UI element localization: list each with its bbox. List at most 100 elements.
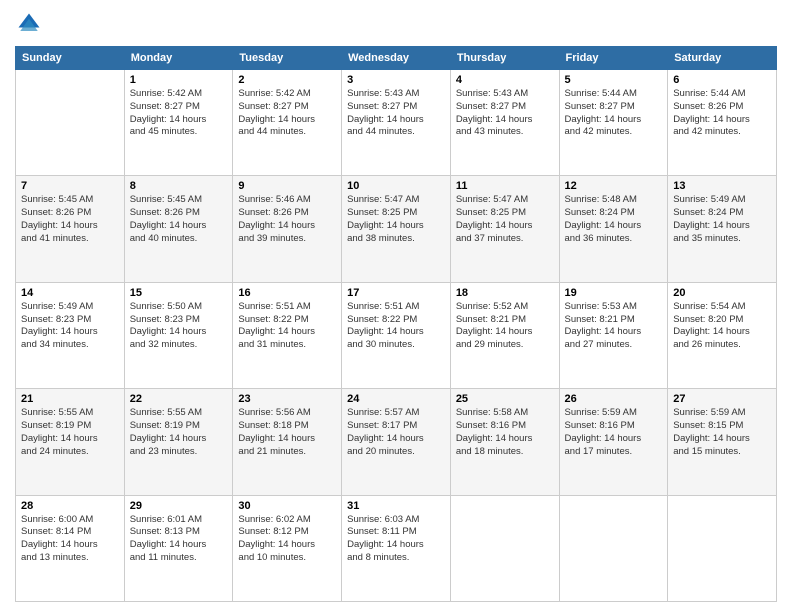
calendar-cell: 16 Sunrise: 5:51 AM Sunset: 8:22 PM Dayli… bbox=[233, 282, 342, 388]
calendar-cell: 25 Sunrise: 5:58 AM Sunset: 8:16 PM Dayli… bbox=[450, 389, 559, 495]
calendar-cell bbox=[559, 495, 668, 601]
calendar-cell: 27Sunrise: 5:59 AM Sunset: 8:15 PM Dayli… bbox=[668, 389, 777, 495]
weekday-header-thursday: Thursday bbox=[450, 47, 559, 70]
day-info: Sunrise: 5:49 AM Sunset: 8:23 PM Dayligh… bbox=[21, 301, 119, 352]
header bbox=[15, 10, 777, 38]
day-info: Sunrise: 5:58 AM Sunset: 8:16 PM Dayligh… bbox=[456, 407, 554, 458]
calendar-cell: 4 Sunrise: 5:43 AM Sunset: 8:27 PM Daylig… bbox=[450, 70, 559, 176]
day-info: Sunrise: 5:51 AM Sunset: 8:22 PM Dayligh… bbox=[238, 301, 336, 352]
day-info: Sunrise: 5:47 AM Sunset: 8:25 PM Dayligh… bbox=[456, 194, 554, 245]
page: SundayMondayTuesdayWednesdayThursdayFrid… bbox=[0, 0, 792, 612]
day-number: 28 bbox=[21, 500, 119, 512]
day-info: Sunrise: 5:42 AM Sunset: 8:27 PM Dayligh… bbox=[238, 88, 336, 139]
calendar-cell: 1 Sunrise: 5:42 AM Sunset: 8:27 PM Daylig… bbox=[124, 70, 233, 176]
day-number: 8 bbox=[130, 180, 228, 192]
calendar-cell: 21 Sunrise: 5:55 AM Sunset: 8:19 PM Dayli… bbox=[16, 389, 125, 495]
day-number: 7 bbox=[21, 180, 119, 192]
calendar-cell: 3 Sunrise: 5:43 AM Sunset: 8:27 PM Daylig… bbox=[342, 70, 451, 176]
day-info: Sunrise: 5:47 AM Sunset: 8:25 PM Dayligh… bbox=[347, 194, 445, 245]
day-info: Sunrise: 6:00 AM Sunset: 8:14 PM Dayligh… bbox=[21, 514, 119, 565]
day-number: 26 bbox=[565, 393, 663, 405]
calendar-cell: 9 Sunrise: 5:46 AM Sunset: 8:26 PM Daylig… bbox=[233, 176, 342, 282]
day-number: 30 bbox=[238, 500, 336, 512]
calendar-week-row: 1 Sunrise: 5:42 AM Sunset: 8:27 PM Daylig… bbox=[16, 70, 777, 176]
calendar-cell: 17Sunrise: 5:51 AM Sunset: 8:22 PM Dayli… bbox=[342, 282, 451, 388]
day-number: 10 bbox=[347, 180, 445, 192]
day-number: 4 bbox=[456, 74, 554, 86]
calendar-cell: 18Sunrise: 5:52 AM Sunset: 8:21 PM Dayli… bbox=[450, 282, 559, 388]
calendar-week-row: 28 Sunrise: 6:00 AM Sunset: 8:14 PM Dayli… bbox=[16, 495, 777, 601]
calendar-cell: 19 Sunrise: 5:53 AM Sunset: 8:21 PM Dayli… bbox=[559, 282, 668, 388]
day-info: Sunrise: 5:44 AM Sunset: 8:27 PM Dayligh… bbox=[565, 88, 663, 139]
calendar-cell: 11 Sunrise: 5:47 AM Sunset: 8:25 PM Dayli… bbox=[450, 176, 559, 282]
weekday-header-tuesday: Tuesday bbox=[233, 47, 342, 70]
day-info: Sunrise: 5:52 AM Sunset: 8:21 PM Dayligh… bbox=[456, 301, 554, 352]
day-number: 25 bbox=[456, 393, 554, 405]
calendar-cell: 14 Sunrise: 5:49 AM Sunset: 8:23 PM Dayli… bbox=[16, 282, 125, 388]
day-info: Sunrise: 5:48 AM Sunset: 8:24 PM Dayligh… bbox=[565, 194, 663, 245]
day-info: Sunrise: 5:51 AM Sunset: 8:22 PM Dayligh… bbox=[347, 301, 445, 352]
day-number: 21 bbox=[21, 393, 119, 405]
calendar-cell: 30 Sunrise: 6:02 AM Sunset: 8:12 PM Dayli… bbox=[233, 495, 342, 601]
day-info: Sunrise: 5:44 AM Sunset: 8:26 PM Dayligh… bbox=[673, 88, 771, 139]
calendar-week-row: 14 Sunrise: 5:49 AM Sunset: 8:23 PM Dayli… bbox=[16, 282, 777, 388]
day-number: 29 bbox=[130, 500, 228, 512]
day-number: 22 bbox=[130, 393, 228, 405]
logo-icon bbox=[15, 10, 43, 38]
weekday-header-saturday: Saturday bbox=[668, 47, 777, 70]
day-info: Sunrise: 5:50 AM Sunset: 8:23 PM Dayligh… bbox=[130, 301, 228, 352]
calendar-cell: 13 Sunrise: 5:49 AM Sunset: 8:24 PM Dayli… bbox=[668, 176, 777, 282]
day-info: Sunrise: 5:57 AM Sunset: 8:17 PM Dayligh… bbox=[347, 407, 445, 458]
weekday-header-wednesday: Wednesday bbox=[342, 47, 451, 70]
calendar-cell: 22Sunrise: 5:55 AM Sunset: 8:19 PM Dayli… bbox=[124, 389, 233, 495]
day-number: 19 bbox=[565, 287, 663, 299]
day-number: 23 bbox=[238, 393, 336, 405]
day-number: 3 bbox=[347, 74, 445, 86]
day-info: Sunrise: 5:53 AM Sunset: 8:21 PM Dayligh… bbox=[565, 301, 663, 352]
day-number: 15 bbox=[130, 287, 228, 299]
day-info: Sunrise: 5:49 AM Sunset: 8:24 PM Dayligh… bbox=[673, 194, 771, 245]
calendar-cell bbox=[16, 70, 125, 176]
weekday-header-monday: Monday bbox=[124, 47, 233, 70]
day-number: 5 bbox=[565, 74, 663, 86]
day-number: 6 bbox=[673, 74, 771, 86]
day-info: Sunrise: 5:56 AM Sunset: 8:18 PM Dayligh… bbox=[238, 407, 336, 458]
day-number: 13 bbox=[673, 180, 771, 192]
calendar-table: SundayMondayTuesdayWednesdayThursdayFrid… bbox=[15, 46, 777, 602]
day-number: 12 bbox=[565, 180, 663, 192]
calendar-cell: 8 Sunrise: 5:45 AM Sunset: 8:26 PM Daylig… bbox=[124, 176, 233, 282]
day-info: Sunrise: 5:59 AM Sunset: 8:15 PM Dayligh… bbox=[673, 407, 771, 458]
weekday-header-sunday: Sunday bbox=[16, 47, 125, 70]
day-number: 20 bbox=[673, 287, 771, 299]
day-info: Sunrise: 5:54 AM Sunset: 8:20 PM Dayligh… bbox=[673, 301, 771, 352]
day-number: 31 bbox=[347, 500, 445, 512]
calendar-cell: 26Sunrise: 5:59 AM Sunset: 8:16 PM Dayli… bbox=[559, 389, 668, 495]
day-number: 9 bbox=[238, 180, 336, 192]
day-number: 11 bbox=[456, 180, 554, 192]
day-info: Sunrise: 6:03 AM Sunset: 8:11 PM Dayligh… bbox=[347, 514, 445, 565]
day-number: 14 bbox=[21, 287, 119, 299]
day-info: Sunrise: 5:43 AM Sunset: 8:27 PM Dayligh… bbox=[347, 88, 445, 139]
day-number: 1 bbox=[130, 74, 228, 86]
day-number: 16 bbox=[238, 287, 336, 299]
calendar-cell: 29 Sunrise: 6:01 AM Sunset: 8:13 PM Dayli… bbox=[124, 495, 233, 601]
weekday-header-row: SundayMondayTuesdayWednesdayThursdayFrid… bbox=[16, 47, 777, 70]
calendar-cell: 7Sunrise: 5:45 AM Sunset: 8:26 PM Daylig… bbox=[16, 176, 125, 282]
day-info: Sunrise: 6:02 AM Sunset: 8:12 PM Dayligh… bbox=[238, 514, 336, 565]
day-info: Sunrise: 6:01 AM Sunset: 8:13 PM Dayligh… bbox=[130, 514, 228, 565]
day-info: Sunrise: 5:42 AM Sunset: 8:27 PM Dayligh… bbox=[130, 88, 228, 139]
calendar-cell: 12 Sunrise: 5:48 AM Sunset: 8:24 PM Dayli… bbox=[559, 176, 668, 282]
calendar-cell: 31 Sunrise: 6:03 AM Sunset: 8:11 PM Dayli… bbox=[342, 495, 451, 601]
calendar-cell: 15 Sunrise: 5:50 AM Sunset: 8:23 PM Dayli… bbox=[124, 282, 233, 388]
day-info: Sunrise: 5:43 AM Sunset: 8:27 PM Dayligh… bbox=[456, 88, 554, 139]
day-number: 2 bbox=[238, 74, 336, 86]
calendar-cell: 28 Sunrise: 6:00 AM Sunset: 8:14 PM Dayli… bbox=[16, 495, 125, 601]
calendar-week-row: 7 Sunrise: 5:45 AM Sunset: 8:26 PM Daylig… bbox=[16, 176, 777, 282]
calendar-cell: 10 Sunrise: 5:47 AM Sunset: 8:25 PM Dayli… bbox=[342, 176, 451, 282]
calendar-cell: 23 Sunrise: 5:56 AM Sunset: 8:18 PM Dayli… bbox=[233, 389, 342, 495]
day-info: Sunrise: 5:45 AM Sunset: 8:26 PM Dayligh… bbox=[130, 194, 228, 245]
day-info: Sunrise: 5:55 AM Sunset: 8:19 PM Dayligh… bbox=[21, 407, 119, 458]
calendar-cell bbox=[450, 495, 559, 601]
day-info: Sunrise: 5:46 AM Sunset: 8:26 PM Dayligh… bbox=[238, 194, 336, 245]
day-number: 24 bbox=[347, 393, 445, 405]
